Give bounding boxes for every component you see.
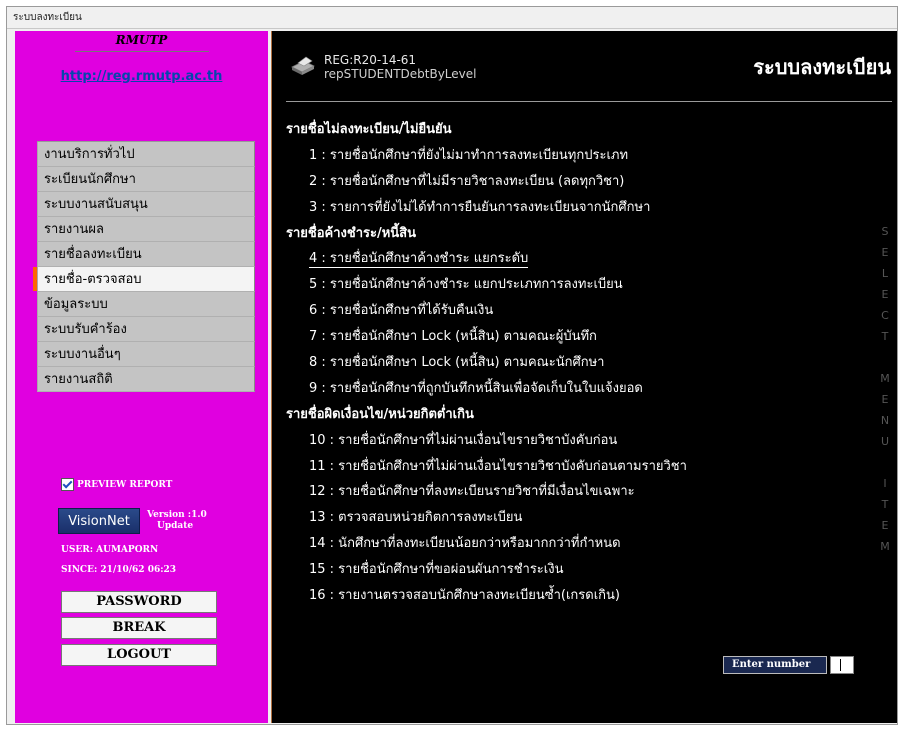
report-item-label: 12 : รายชื่อนักศึกษาที่ลงทะเบียนรายวิชาท… [309, 484, 635, 500]
report-printer-icon [291, 56, 315, 75]
sidebar-item-label: ระบบงานสนับสนุน [44, 197, 148, 212]
report-item-label: 7 : รายชื่อนักศึกษา Lock (หนี้สิน) ตามคณ… [309, 329, 597, 345]
preview-checkbox[interactable] [61, 478, 74, 491]
enter-number-input[interactable] [830, 656, 854, 674]
report-item[interactable]: 7 : รายชื่อนักศึกษา Lock (หนี้สิน) ตามคณ… [286, 324, 866, 350]
report-item-label: 13 : ตรวจสอบหน่วยกิตการลงทะเบียน [309, 510, 523, 526]
enter-number-label: Enter number [723, 656, 827, 674]
report-item-label: 15 : รายชื่อนักศึกษาที่ขอผ่อนผันการชำระเ… [309, 562, 564, 578]
active-marker [33, 267, 37, 291]
sidebar-item-student-records[interactable]: ระเบียนนักศึกษา [37, 167, 255, 192]
report-item-label: 1 : รายชื่อนักศึกษาที่ยังไม่มาทำการลงทะเ… [309, 147, 629, 163]
report-item[interactable]: 11 : รายชื่อนักศึกษาที่ไม่ผ่านเงื่อนไขรา… [286, 454, 866, 480]
report-item-label: 5 : รายชื่อนักศึกษาค้างชำระ แยกประเภทการ… [309, 277, 623, 293]
text-caret [840, 659, 841, 671]
sidebar-item-label: ระบบรับคำร้อง [44, 322, 127, 337]
report-item[interactable]: 5 : รายชื่อนักศึกษาค้างชำระ แยกประเภทการ… [286, 272, 866, 298]
report-item[interactable]: 2 : รายชื่อนักศึกษาที่ไม่มีรายวิชาลงทะเบ… [286, 169, 866, 195]
sidebar-item-label: ข้อมูลระบบ [44, 297, 108, 312]
brand-name: RMUTP [115, 33, 168, 47]
sidebar-item-statistics[interactable]: รายงานสถิติ [37, 367, 255, 392]
sidebar-item-label: ระเบียนนักศึกษา [44, 172, 136, 187]
login-time: SINCE: 21/10/62 06:23 [61, 565, 177, 575]
report-item[interactable]: 9 : รายชื่อนักศึกษาที่ถูกบันทึกหนี้สินเพ… [286, 376, 866, 402]
report-item[interactable]: 8 : รายชื่อนักศึกษา Lock (หนี้สิน) ตามคณ… [286, 350, 866, 376]
report-item[interactable]: 4 : รายชื่อนักศึกษาค้างชำระ แยกระดับ [286, 246, 866, 272]
sidebar-item-support-system[interactable]: ระบบงานสนับสนุน [37, 192, 255, 217]
version-info: Version :1.0 Update [147, 510, 207, 532]
report-item-label: 2 : รายชื่อนักศึกษาที่ไม่มีรายวิชาลงทะเบ… [309, 173, 625, 189]
sidebar-item-system-data[interactable]: ข้อมูลระบบ [37, 292, 255, 317]
sidebar-item-list-check[interactable]: รายชื่อ-ตรวจสอบ [33, 267, 255, 292]
app-window: ระบบลงทะเบียน RMUTP http://reg.rmutp.ac.… [6, 6, 898, 725]
preview-report-option[interactable]: PREVIEW REPORT [61, 478, 172, 491]
password-button[interactable]: PASSWORD [61, 591, 217, 613]
logout-button[interactable]: LOGOUT [61, 644, 217, 666]
sidebar-menu: งานบริการทั่วไป ระเบียนนักศึกษา ระบบงานส… [33, 141, 255, 392]
report-item[interactable]: 15 : รายชื่อนักศึกษาที่ขอผ่อนผันการชำระเ… [286, 557, 866, 583]
sidebar-item-label: รายชื่อลงทะเบียน [44, 247, 142, 262]
report-item-label: 14 : นักศึกษาที่ลงทะเบียนน้อยกว่าหรือมาก… [309, 536, 621, 552]
window-title: ระบบลงทะเบียน [7, 7, 897, 29]
report-item[interactable]: 6 : รายชื่อนักศึกษาที่ได้รับคืนเงิน [286, 298, 866, 324]
report-item[interactable]: 14 : นักศึกษาที่ลงทะเบียนน้อยกว่าหรือมาก… [286, 531, 866, 557]
sidebar-item-other-systems[interactable]: ระบบงานอื่นๆ [37, 342, 255, 367]
visionnet-logo: VisionNet [58, 508, 140, 534]
report-item-label: 10 : รายชื่อนักศึกษาที่ไม่ผ่านเงื่อนไขรา… [309, 432, 618, 448]
report-code: REG:R20-14-61 [324, 53, 417, 67]
report-item-label: 6 : รายชื่อนักศึกษาที่ได้รับคืนเงิน [309, 303, 494, 319]
report-list: รายชื่อไม่ลงทะเบียน/ไม่ยืนยัน 1 : รายชื่อ… [286, 117, 866, 609]
report-item-label: 16 : รายงานตรวจสอบนักศึกษาลงทะเบียนซ้ำ(เ… [309, 588, 620, 604]
sidebar-item-petitions[interactable]: ระบบรับคำร้อง [37, 317, 255, 342]
report-item-label: 11 : รายชื่อนักศึกษาที่ไม่ผ่านเงื่อนไขรา… [309, 458, 687, 474]
section-heading: รายชื่อไม่ลงทะเบียน/ไม่ยืนยัน [286, 122, 452, 137]
side-vertical-label: SELECT MENU ITEM [880, 225, 890, 553]
report-item[interactable]: 10 : รายชื่อนักศึกษาที่ไม่ผ่านเงื่อนไขรา… [286, 428, 866, 454]
report-item[interactable]: 12 : รายชื่อนักศึกษาที่ลงทะเบียนรายวิชาท… [286, 479, 866, 505]
section-heading: รายชื่อผิดเงื่อนไข/หน่วยกิตต่ำเกิน [286, 406, 474, 422]
sidebar-item-label: รายงานสถิติ [44, 372, 113, 387]
page-title: ระบบลงทะเบียน [753, 55, 891, 79]
report-item-label: 4 : รายชื่อนักศึกษาค้างชำระ แยกระดับ [309, 251, 529, 269]
section-heading: รายชื่อค้างชำระ/หนี้สิน [286, 225, 416, 241]
sidebar-item-label: ระบบงานอื่นๆ [44, 347, 121, 362]
preview-label: PREVIEW REPORT [77, 480, 173, 490]
sidebar-item-label: รายงานผล [44, 222, 105, 237]
report-item[interactable]: 1 : รายชื่อนักศึกษาที่ยังไม่มาทำการลงทะเ… [286, 143, 866, 169]
report-item[interactable]: 3 : รายการที่ยังไม่ได้ทำการยืนยันการลงทะ… [286, 195, 866, 221]
sidebar-item-label: รายชื่อ-ตรวจสอบ [44, 272, 142, 287]
report-item-label: 3 : รายการที่ยังไม่ได้ทำการยืนยันการลงทะ… [309, 199, 651, 215]
update-text: Update [157, 521, 194, 531]
break-button[interactable]: BREAK [61, 617, 217, 639]
report-item-label: 8 : รายชื่อนักศึกษา Lock (หนี้สิน) ตามคณ… [309, 355, 605, 371]
main-panel: REG:R20-14-61 repSTUDENTDebtByLevel ระบบ… [271, 31, 897, 723]
sidebar-item-general-services[interactable]: งานบริการทั่วไป [37, 142, 255, 167]
report-item[interactable]: 13 : ตรวจสอบหน่วยกิตการลงทะเบียน [286, 505, 866, 531]
header-divider [286, 101, 892, 102]
sidebar-item-label: งานบริการทั่วไป [44, 147, 135, 162]
version-text: Version :1.0 [147, 510, 207, 520]
report-name: repSTUDENTDebtByLevel [324, 67, 477, 81]
site-link[interactable]: http://reg.rmutp.ac.th [15, 69, 268, 84]
brand-divider [75, 51, 209, 52]
sidebar-item-results-report[interactable]: รายงานผล [37, 217, 255, 242]
sidebar: RMUTP http://reg.rmutp.ac.th งานบริการทั… [15, 31, 268, 723]
user-info: USER: AUMAPORN [61, 545, 159, 555]
report-item[interactable]: 16 : รายงานตรวจสอบนักศึกษาลงทะเบียนซ้ำ(เ… [286, 583, 866, 609]
sidebar-item-registration-list[interactable]: รายชื่อลงทะเบียน [37, 242, 255, 267]
report-item-label: 9 : รายชื่อนักศึกษาที่ถูกบันทึกหนี้สินเพ… [309, 380, 643, 396]
